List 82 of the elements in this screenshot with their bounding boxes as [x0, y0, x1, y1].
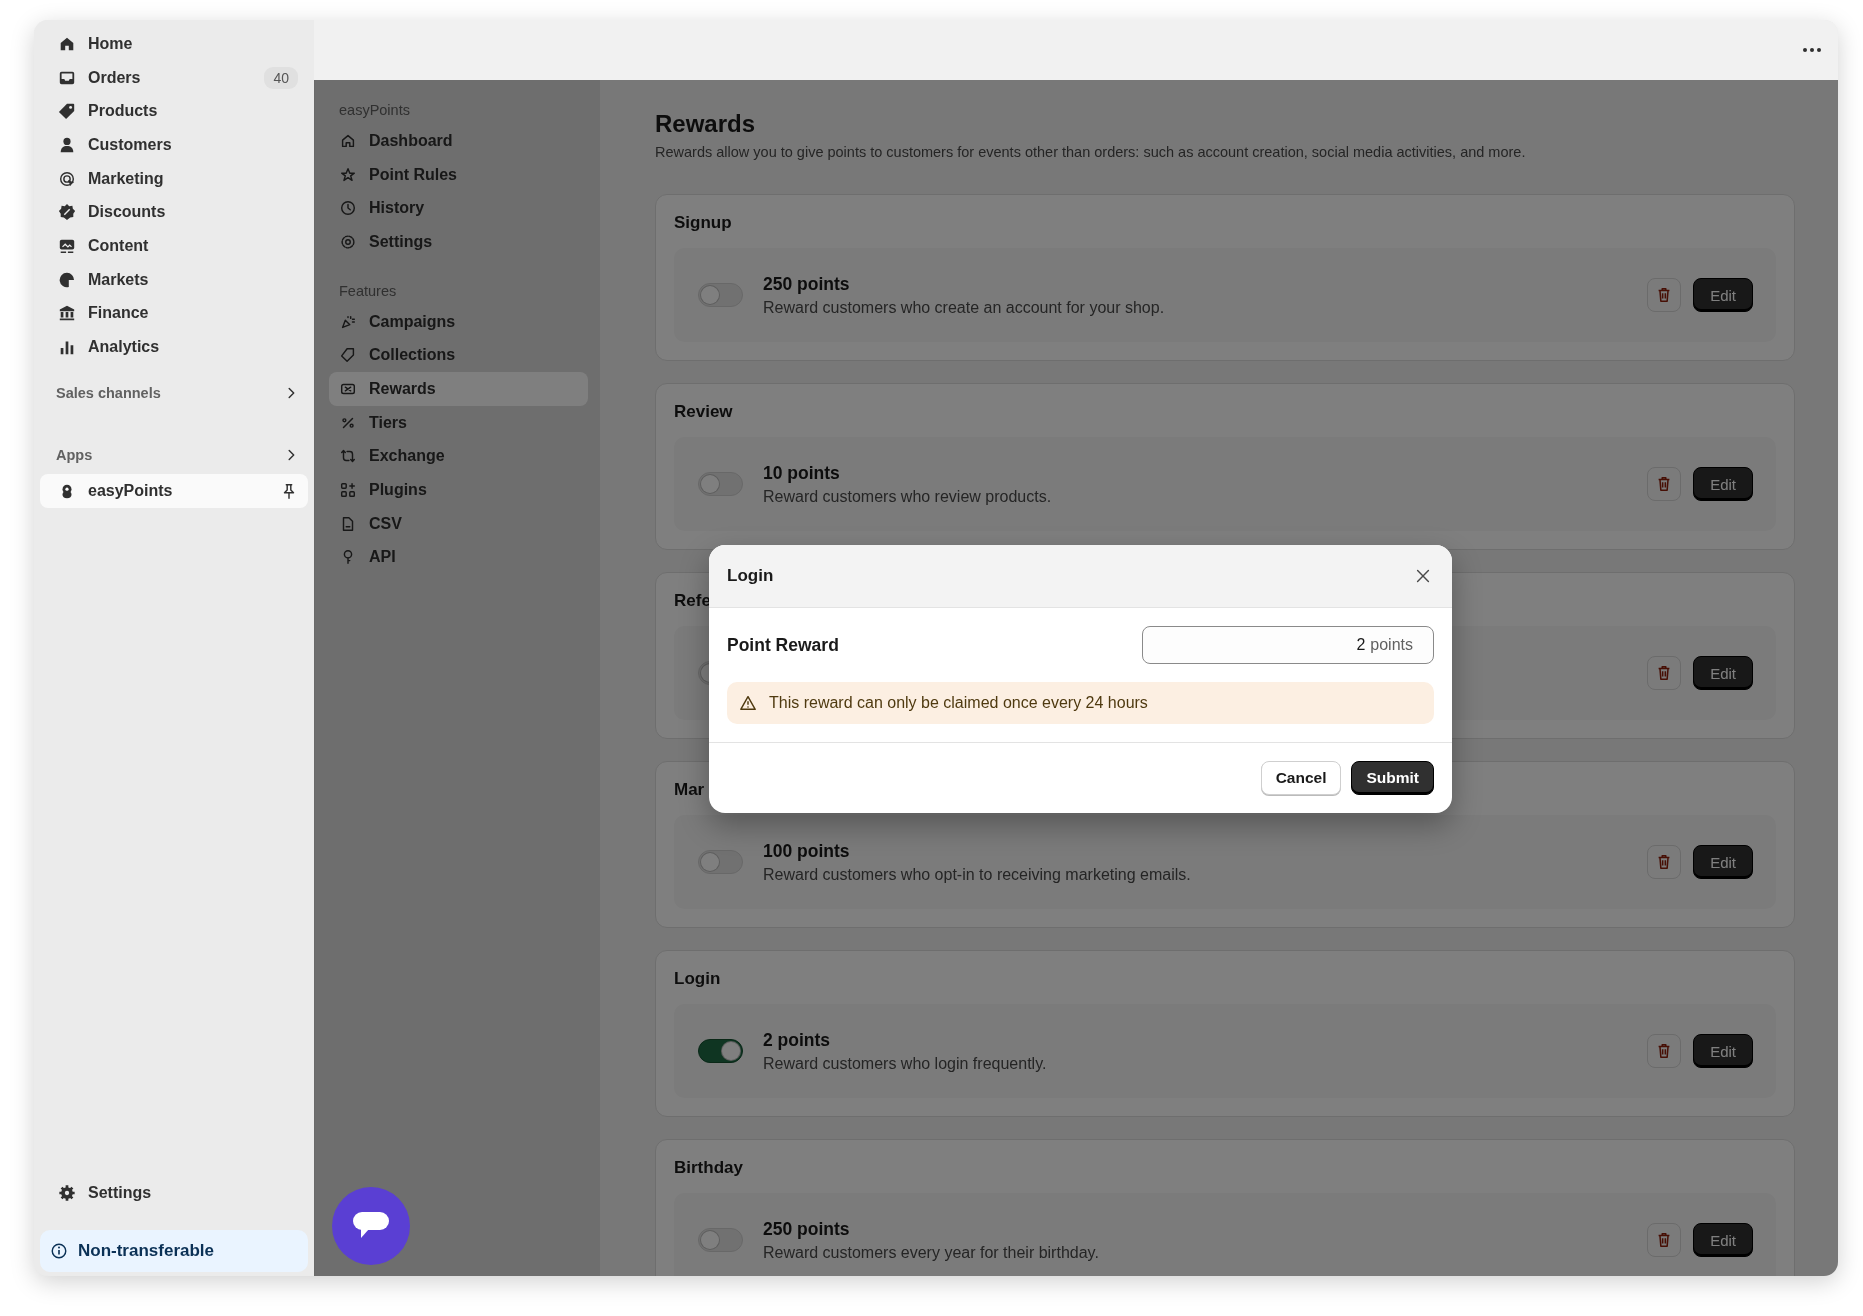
close-icon — [1414, 567, 1432, 585]
edit-button[interactable]: Edit — [1693, 1223, 1753, 1257]
settings-item[interactable]: Settings — [40, 1176, 308, 1210]
reward-description: Reward customers who opt-in to receiving marketing emails. — [763, 865, 1192, 884]
nav-section-heading: easyPoints — [338, 102, 411, 120]
card-title: Review — [674, 402, 733, 423]
card-title: Birthday — [674, 1158, 743, 1179]
cancel-button[interactable]: Cancel — [1260, 761, 1342, 795]
toggle-switch[interactable] — [698, 1039, 743, 1063]
nav-item[interactable]: CSV — [329, 506, 588, 541]
sidebar-item[interactable]: Analytics — [40, 330, 308, 364]
sidebar-item[interactable]: Products — [40, 94, 308, 129]
more-icon[interactable] — [1802, 47, 1822, 53]
app-item[interactable]: easyPoints — [40, 473, 308, 508]
card-title: Refe — [674, 591, 711, 612]
nav-item[interactable]: Collections — [329, 338, 588, 373]
section-header[interactable]: Sales channels — [40, 377, 308, 408]
section-header[interactable]: Apps — [40, 439, 308, 470]
sidebar-item[interactable]: Orders 40 — [40, 60, 308, 95]
points-label: 250 points — [763, 1218, 851, 1240]
count-badge: 40 — [264, 66, 298, 89]
field-label: Point Reward — [727, 634, 839, 656]
sidebar-item[interactable]: Customers — [40, 128, 308, 162]
gear-icon — [58, 1184, 76, 1203]
person-icon — [58, 135, 76, 154]
nav-item[interactable]: Point Rules — [329, 157, 588, 192]
reward-description: Reward customers who create an account for your shop. — [763, 298, 1166, 317]
tag-icon — [339, 346, 357, 365]
nav-item[interactable]: Rewards — [329, 372, 588, 406]
grid-icon — [339, 481, 357, 500]
edit-button[interactable]: Edit — [1693, 1034, 1753, 1068]
delete-button[interactable] — [1647, 656, 1682, 690]
edit-button[interactable]: Edit — [1693, 467, 1753, 501]
sidebar-item[interactable]: Marketing — [40, 161, 308, 196]
info-icon — [50, 1242, 68, 1260]
sidebar-item[interactable]: Finance — [40, 296, 308, 331]
edit-button[interactable]: Edit — [1693, 278, 1753, 312]
points-label: 2 points — [763, 1029, 832, 1051]
page-title: Rewards — [655, 110, 757, 138]
card-title: Login — [674, 969, 721, 990]
nav-item[interactable]: Exchange — [329, 439, 588, 474]
nav-item[interactable]: Plugins — [329, 473, 588, 507]
warning-icon — [739, 694, 757, 712]
delete-button[interactable] — [1647, 467, 1682, 501]
badge-icon — [58, 203, 76, 222]
card-title: Mar — [674, 780, 705, 801]
sidebar-item[interactable]: Discounts — [40, 195, 308, 230]
edit-button[interactable]: Edit — [1693, 845, 1753, 879]
nav-item[interactable]: Dashboard — [329, 124, 588, 158]
nav-item[interactable]: API — [329, 540, 588, 575]
points-label: 10 points — [763, 462, 841, 484]
star-icon — [339, 165, 357, 184]
gear-icon — [339, 232, 357, 251]
nav-item[interactable]: Tiers — [329, 405, 588, 440]
sidebar-item[interactable]: Markets — [40, 262, 308, 297]
nav-item[interactable]: Campaigns — [329, 304, 588, 339]
bank-icon — [58, 304, 76, 323]
delete-button[interactable] — [1647, 1223, 1682, 1257]
points-input[interactable]: 2 points — [1142, 626, 1434, 664]
sidebar-item[interactable]: Home — [40, 27, 308, 61]
delete-button[interactable] — [1647, 278, 1682, 312]
sidebar-item[interactable]: Content — [40, 229, 308, 263]
tag-icon — [58, 102, 76, 121]
reward-description: Reward customers who login frequently. — [763, 1054, 1048, 1073]
nav-item[interactable]: Settings — [329, 225, 588, 259]
clock-icon — [339, 199, 357, 218]
card-title: Signup — [674, 213, 732, 234]
reward-description: Reward customers every year for their birthday. — [763, 1243, 1100, 1262]
submit-button[interactable]: Submit — [1351, 761, 1434, 795]
nav-item[interactable]: History — [329, 191, 588, 226]
page-description: Rewards allow you to give points to customers for events other than orders: such as account creation, social media activities, and more. — [655, 144, 1527, 160]
modal-title: Login — [727, 566, 774, 586]
target-icon — [58, 169, 76, 188]
edit-button[interactable]: Edit — [1693, 656, 1753, 690]
points-label: 100 points — [763, 840, 851, 862]
delete-button[interactable] — [1647, 1034, 1682, 1068]
warning-banner: This reward can only be claimed once every 24 hours — [727, 682, 1434, 724]
notice-banner: Non-transferable — [40, 1230, 308, 1272]
reward-description: Reward customers who review products. — [763, 487, 1053, 506]
points-label: 250 points — [763, 273, 851, 295]
nav-section-heading: Features — [338, 282, 398, 301]
delete-button[interactable] — [1647, 845, 1682, 879]
